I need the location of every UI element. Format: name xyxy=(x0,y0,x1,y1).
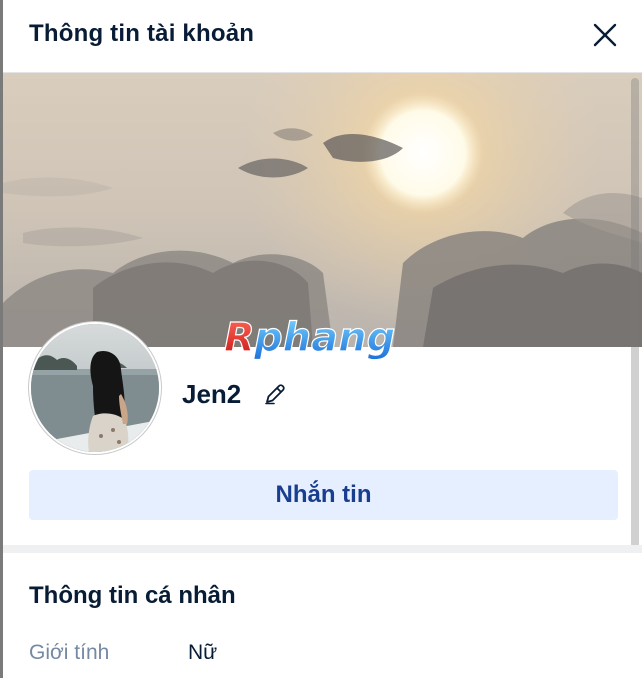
dialog-title: Thông tin tài khoản xyxy=(29,20,255,47)
gender-value: Nữ xyxy=(188,641,218,664)
scrollbar[interactable] xyxy=(628,78,642,678)
profile-name: Jen2 xyxy=(182,379,242,409)
cover-photo[interactable] xyxy=(3,73,642,347)
dialog-header: Thông tin tài khoản xyxy=(3,0,642,73)
edit-name-button[interactable] xyxy=(262,381,288,407)
message-button[interactable]: Nhắn tin xyxy=(29,470,618,520)
personal-info-title: Thông tin cá nhân xyxy=(29,582,236,609)
pencil-icon xyxy=(265,384,285,405)
gender-label: Giới tính xyxy=(29,641,110,664)
close-button[interactable] xyxy=(588,18,622,52)
section-divider xyxy=(3,545,642,553)
svg-text:R: R xyxy=(224,315,255,361)
account-info-dialog: Thông tin tài khoản R phang Jen2 Nhắn ti… xyxy=(0,0,642,678)
watermark-logo: R phang xyxy=(220,309,430,369)
avatar[interactable] xyxy=(29,322,161,454)
scrollbar-thumb[interactable] xyxy=(631,78,639,548)
svg-text:phang: phang xyxy=(253,315,395,361)
close-icon xyxy=(593,23,617,47)
